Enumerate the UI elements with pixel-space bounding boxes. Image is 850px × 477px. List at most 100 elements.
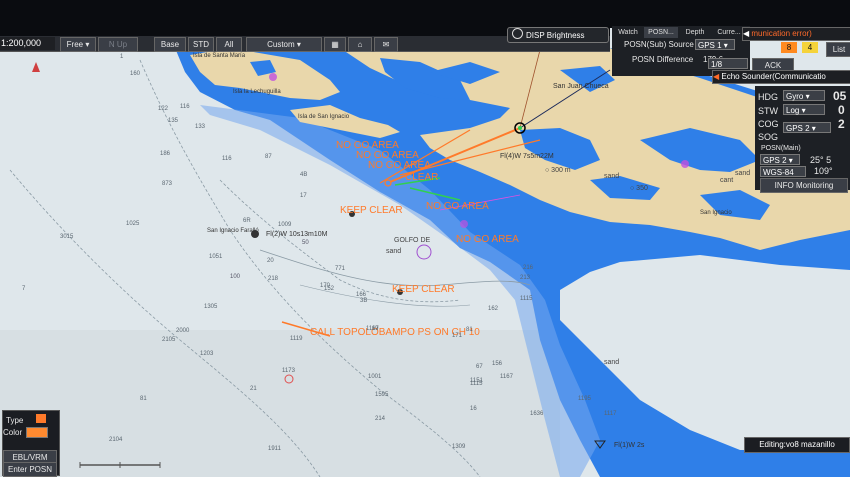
mail-icon[interactable]: ✉ bbox=[374, 37, 398, 52]
alert-counter: 4 bbox=[802, 42, 818, 53]
depth-sounding: 67 bbox=[372, 326, 379, 332]
depth-sounding: 1119 bbox=[290, 336, 303, 342]
all-button[interactable]: All bbox=[216, 37, 242, 52]
stw-source-select[interactable]: Log ▾ bbox=[783, 104, 825, 115]
seabed-label: sand bbox=[386, 248, 401, 255]
place-label: Isla de Santa María bbox=[193, 53, 246, 59]
tab-posn[interactable]: POSN... bbox=[644, 27, 678, 38]
clear-label: CLEAR bbox=[405, 172, 438, 183]
keep-clear-label: KEEP CLEAR bbox=[340, 205, 403, 216]
depth-sounding: 213 bbox=[520, 275, 531, 281]
cog-source-select[interactable]: GPS 2 ▾ bbox=[783, 122, 831, 133]
tab-depth[interactable]: Depth bbox=[680, 27, 710, 38]
disp-brightness-button[interactable]: DISP Brightness bbox=[507, 27, 609, 43]
alert-pager: 1/8 bbox=[708, 58, 748, 69]
custom-label: Custom bbox=[267, 40, 295, 49]
depth-sounding: 3015 bbox=[60, 234, 74, 240]
layers-button[interactable]: ▦ bbox=[324, 37, 346, 52]
brightness-icon bbox=[512, 28, 523, 39]
depth-sounding: 3B bbox=[360, 298, 367, 304]
depth-sounding: 1025 bbox=[126, 221, 140, 227]
tab-watch[interactable]: Watch bbox=[613, 27, 643, 38]
scale-display[interactable]: 1:200,000 bbox=[0, 37, 55, 50]
depth-sounding: 133 bbox=[195, 124, 206, 130]
depth-sounding: 873 bbox=[162, 181, 173, 187]
depth-sounding: 17 bbox=[300, 193, 307, 199]
depth-sounding: 1051 bbox=[209, 254, 223, 260]
depth-sounding: 1309 bbox=[452, 444, 466, 450]
depth-sounding: 21 bbox=[250, 386, 257, 392]
chevron-down-icon: ▾ bbox=[799, 106, 806, 115]
depth-sounding: 1117 bbox=[604, 411, 617, 417]
chevron-down-icon: ▾ bbox=[786, 156, 793, 165]
place-label: San Juan Chueca bbox=[553, 83, 609, 90]
depth-sounding: 67 bbox=[476, 364, 483, 370]
type-swatch-icon[interactable] bbox=[36, 414, 46, 423]
chevron-down-icon: ▾ bbox=[721, 41, 728, 50]
height-label: ○ 350 bbox=[630, 185, 648, 192]
posn-main-label: POSN(Main) bbox=[761, 145, 801, 152]
color-label: Color bbox=[3, 428, 23, 437]
place-label: Isla la Lechuguilla bbox=[233, 89, 281, 95]
depth-sounding: 1636 bbox=[530, 411, 544, 417]
enter-posn-button[interactable]: Enter POSN bbox=[3, 462, 57, 477]
place-label: GOLFO DE bbox=[394, 237, 431, 244]
depth-sounding: 135 bbox=[168, 118, 179, 124]
depth-sounding: 1305 bbox=[204, 304, 218, 310]
depth-sounding: 160 bbox=[130, 71, 141, 77]
depth-sounding: 1195 bbox=[578, 396, 592, 402]
depth-sounding: 214 bbox=[375, 416, 386, 422]
depth-sounding: 4B bbox=[300, 172, 307, 178]
depth-sounding: 156 bbox=[492, 361, 503, 367]
posn-sub-source-label: POSN(Sub) Source bbox=[624, 40, 694, 49]
cog-value: 2 bbox=[838, 117, 845, 131]
contour-label: 50 bbox=[302, 240, 309, 246]
depth-sounding: 1167 bbox=[500, 374, 514, 380]
alert-list-button[interactable]: List bbox=[826, 42, 850, 57]
alert-echo-sounder[interactable]: ◀ Echo Sounder(Communicatio bbox=[712, 70, 850, 84]
no-go-area-label: NO GO AREA bbox=[456, 234, 519, 245]
depth-sounding: 2105 bbox=[162, 337, 176, 343]
datum-select[interactable]: WGS-84 bbox=[760, 166, 806, 177]
depth-sounding: 2000 bbox=[176, 328, 190, 334]
height-label: ○ 300 m bbox=[545, 167, 571, 174]
north-up-button[interactable]: N Up bbox=[98, 37, 138, 52]
free-mode-button[interactable]: Free ▾ bbox=[60, 37, 96, 52]
stw-label: STW bbox=[758, 106, 778, 116]
depth-sounding: 6R bbox=[243, 218, 251, 224]
depth-sounding: 1001 bbox=[368, 374, 382, 380]
depth-sounding: 1151 bbox=[470, 378, 484, 384]
seabed-label: sand bbox=[604, 173, 619, 180]
depth-sounding: 122 bbox=[158, 106, 169, 112]
info-monitoring-button[interactable]: INFO Monitoring bbox=[760, 178, 848, 193]
no-go-area-label: NO GO AREA bbox=[368, 160, 431, 171]
cog-source: GPS 2 bbox=[786, 124, 810, 133]
hdg-source-select[interactable]: Gyro ▾ bbox=[783, 90, 825, 101]
depth-sounding: 81 bbox=[466, 327, 473, 333]
depth-sounding: 1115 bbox=[520, 296, 533, 302]
chevron-down-icon: ▾ bbox=[83, 40, 90, 49]
chevron-down-icon: ▾ bbox=[803, 92, 810, 101]
posn-sub-source-select[interactable]: GPS 1 ▾ bbox=[695, 39, 735, 50]
posn-sub-source-value: GPS 1 bbox=[698, 41, 722, 50]
color-select[interactable] bbox=[26, 427, 48, 438]
chevron-down-icon: ▾ bbox=[809, 124, 816, 133]
depth-sounding: 2104 bbox=[109, 437, 123, 443]
base-button[interactable]: Base bbox=[154, 37, 186, 52]
custom-select[interactable]: Custom ▾ bbox=[246, 37, 322, 52]
seabed-label: cant bbox=[720, 177, 733, 184]
posn-source-select[interactable]: GPS 2 ▾ bbox=[760, 154, 800, 165]
light-characteristic: Fl(2)W 10s13m10M bbox=[266, 231, 328, 238]
chevron-down-icon: ▾ bbox=[294, 40, 301, 49]
depth-sounding: 81 bbox=[140, 396, 147, 402]
posn-source: GPS 2 bbox=[763, 156, 787, 165]
depth-sounding: 1009 bbox=[278, 222, 292, 228]
ecdis-screen: NO GO AREA NO GO AREA NO GO AREA NO GO A… bbox=[0, 0, 850, 477]
alert-communication-error[interactable]: ◀ munication error) bbox=[742, 27, 850, 41]
place-label: San Ignacio Faralló bbox=[207, 228, 259, 234]
place-label: San Ignacio bbox=[700, 210, 732, 216]
home-icon[interactable]: ⌂ bbox=[348, 37, 372, 52]
stw-value: 0 bbox=[838, 103, 845, 117]
sog-label: SOG bbox=[758, 132, 779, 142]
std-button[interactable]: STD bbox=[188, 37, 214, 52]
